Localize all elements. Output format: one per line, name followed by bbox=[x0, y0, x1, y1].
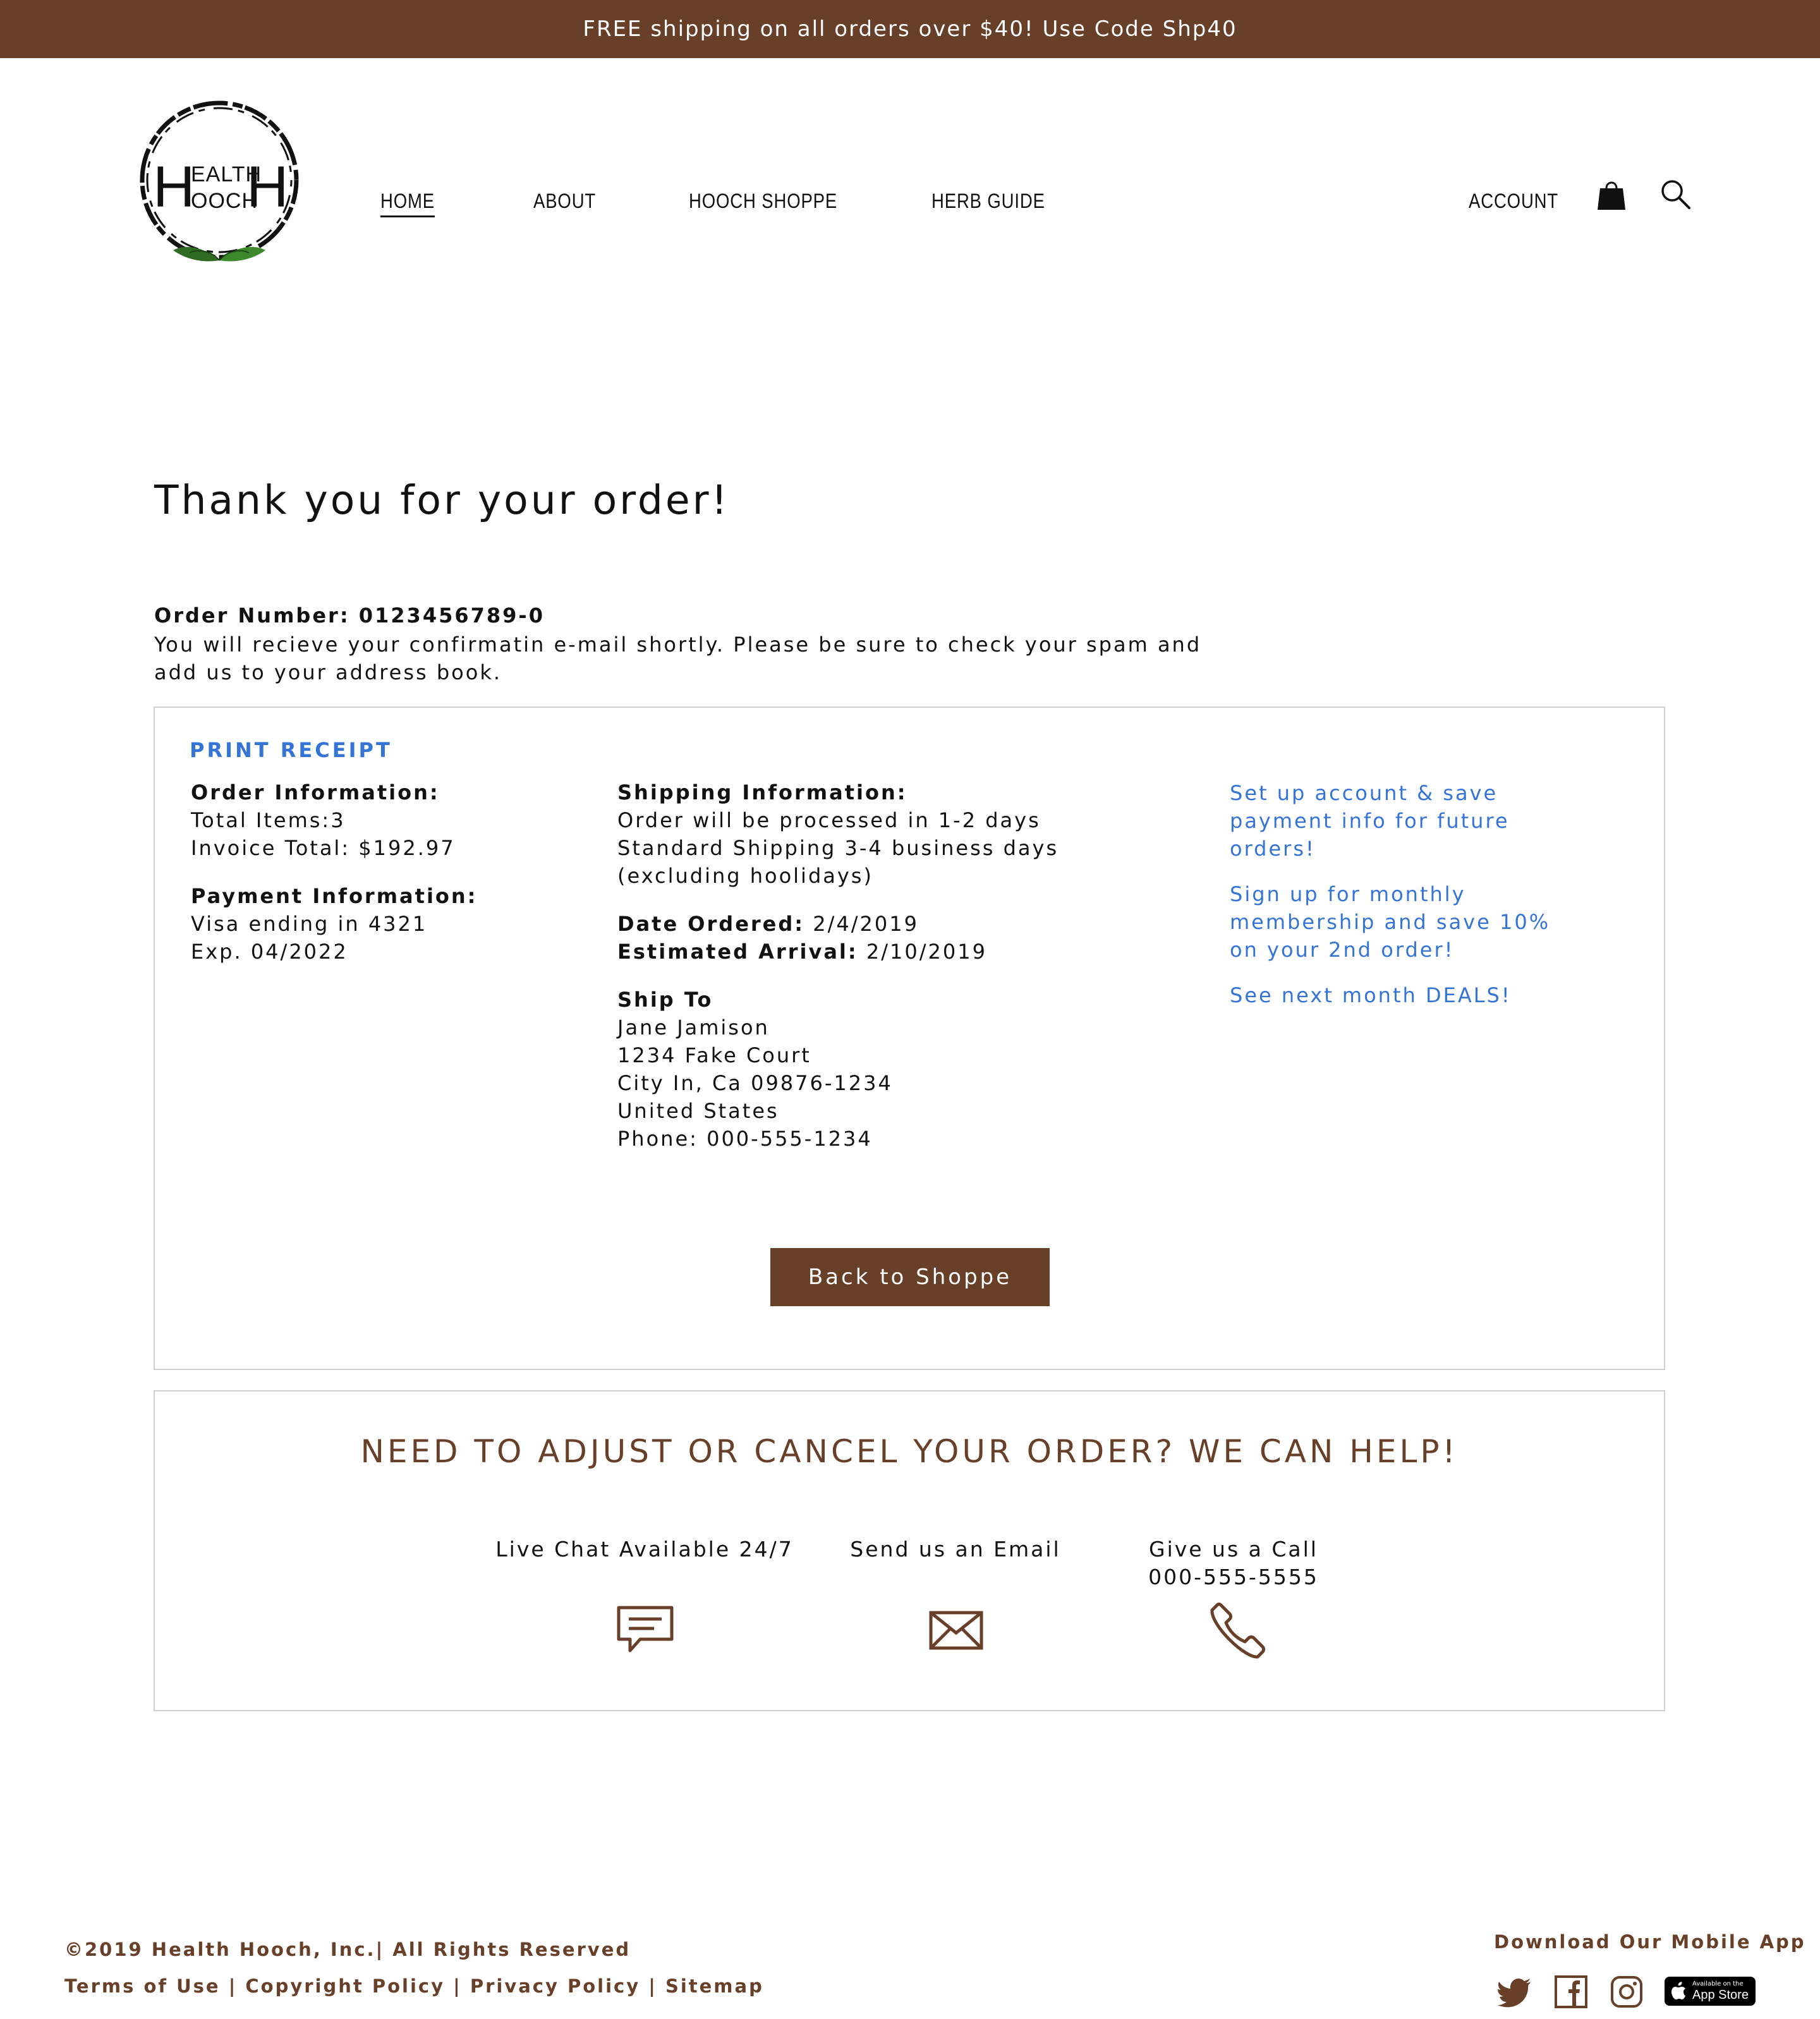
date-ordered-label: Date Ordered: bbox=[617, 912, 805, 936]
email-option[interactable]: Send us an Email bbox=[829, 1536, 1082, 1563]
confirmation-message: You will recieve your confirmatin e-mail… bbox=[154, 633, 1202, 684]
shipping-info-column: Shipping Information: Order will be proc… bbox=[617, 779, 1059, 1153]
ship-to-street: 1234 Fake Court bbox=[617, 1043, 811, 1067]
estimated-arrival-value: 2/10/2019 bbox=[858, 940, 987, 964]
shipping-line-standard: Standard Shipping 3-4 business days bbox=[617, 836, 1059, 860]
privacy-policy-link[interactable]: Privacy Policy bbox=[470, 1975, 640, 1997]
twitter-icon[interactable] bbox=[1498, 1974, 1533, 2010]
order-info-column: Order Information: Total Items:3 Invoice… bbox=[191, 779, 477, 966]
app-store-badge[interactable]: Available on the App Store bbox=[1665, 1977, 1756, 2006]
shopping-bag-icon[interactable] bbox=[1596, 177, 1627, 212]
nav-account[interactable]: ACCOUNT bbox=[1469, 190, 1558, 213]
envelope-icon[interactable] bbox=[926, 1600, 986, 1661]
promo-links: Set up account & save payment info for f… bbox=[1230, 779, 1558, 1027]
call-label: Give us a Call bbox=[1149, 1537, 1318, 1561]
nav-home[interactable]: HOME bbox=[380, 190, 435, 217]
footer-separator: | bbox=[640, 1975, 665, 1997]
phone-icon[interactable] bbox=[1207, 1600, 1268, 1661]
envelope-icon-svg bbox=[929, 1611, 983, 1650]
ship-to-name: Jane Jamison bbox=[617, 1016, 770, 1040]
promo-banner: FREE shipping on all orders over $40! Us… bbox=[0, 0, 1820, 58]
live-chat-option[interactable]: Live Chat Available 24/7 bbox=[493, 1536, 796, 1563]
copyright-policy-link[interactable]: Copyright Policy bbox=[245, 1975, 445, 1997]
shipping-line-processing: Order will be processed in 1-2 days bbox=[617, 808, 1041, 832]
nav-about[interactable]: ABOUT bbox=[533, 190, 596, 213]
mobile-app-label: Download Our Mobile App bbox=[1494, 1931, 1806, 1953]
footer-links: Terms of Use | Copyright Policy | Privac… bbox=[64, 1975, 764, 1997]
help-title: NEED TO ADJUST OR CANCEL YOUR ORDER? WE … bbox=[360, 1433, 1459, 1470]
order-info-title: Order Information: bbox=[191, 780, 440, 804]
footer-separator: | bbox=[445, 1975, 470, 1997]
live-chat-label: Live Chat Available 24/7 bbox=[495, 1537, 794, 1561]
invoice-total: Invoice Total: $192.97 bbox=[191, 836, 456, 860]
call-option[interactable]: Give us a Call 000-555-5555 bbox=[1107, 1536, 1360, 1591]
apple-icon bbox=[1671, 1982, 1685, 1999]
help-phone-number: 000-555-5555 bbox=[1148, 1565, 1319, 1589]
twitter-icon-svg bbox=[1498, 1979, 1531, 2008]
date-ordered: Date Ordered: 2/4/2019 bbox=[617, 910, 1059, 938]
logo-letter-h-left: H bbox=[153, 155, 195, 219]
logo-letter-h-right: H bbox=[246, 155, 289, 219]
payment-card: Visa ending in 4321 bbox=[191, 912, 428, 936]
footer-copyright: ©2019 Health Hooch, Inc.| All Rights Res… bbox=[64, 1939, 631, 1960]
footer-separator: | bbox=[220, 1975, 246, 1997]
search-icon-svg bbox=[1661, 180, 1690, 209]
estimated-arrival: Estimated Arrival: 2/10/2019 bbox=[617, 938, 1059, 966]
ship-to-country: United States bbox=[617, 1099, 779, 1123]
instagram-icon-svg bbox=[1611, 1976, 1642, 2008]
chat-bubble-icon[interactable] bbox=[615, 1600, 676, 1661]
facebook-icon[interactable] bbox=[1553, 1974, 1589, 2010]
facebook-icon-svg bbox=[1555, 1975, 1587, 2008]
ship-to-phone: Phone: 000-555-1234 bbox=[617, 1127, 873, 1151]
date-ordered-value: 2/4/2019 bbox=[804, 912, 919, 936]
total-items: Total Items:3 bbox=[191, 808, 346, 832]
estimated-arrival-label: Estimated Arrival: bbox=[617, 940, 858, 964]
shopping-bag-icon-svg bbox=[1598, 181, 1625, 210]
ship-to-city: City In, Ca 09876-1234 bbox=[617, 1071, 893, 1095]
next-month-deals-link[interactable]: See next month DEALS! bbox=[1230, 983, 1512, 1007]
payment-expiration: Exp. 04/2022 bbox=[191, 940, 348, 964]
nav-herb-guide[interactable]: HERB GUIDE bbox=[931, 190, 1045, 213]
order-number: Order Number: 0123456789-0 bbox=[154, 603, 545, 628]
search-icon[interactable] bbox=[1659, 178, 1692, 211]
setup-account-link[interactable]: Set up account & save payment info for f… bbox=[1230, 781, 1510, 861]
promo-banner-text: FREE shipping on all orders over $40! Us… bbox=[583, 16, 1237, 42]
app-store-small-text: Available on the bbox=[1692, 1980, 1744, 1987]
phone-icon-svg bbox=[1210, 1603, 1265, 1659]
back-to-shoppe-button[interactable]: Back to Shoppe bbox=[770, 1248, 1050, 1306]
chat-bubble-icon-svg bbox=[617, 1606, 674, 1652]
terms-of-use-link[interactable]: Terms of Use bbox=[64, 1975, 221, 1997]
email-label: Send us an Email bbox=[850, 1537, 1061, 1561]
page-title: Thank you for your order! bbox=[154, 477, 730, 523]
shipping-line-excluding: (excluding hoolidays) bbox=[617, 864, 873, 888]
print-receipt-link[interactable]: PRINT RECEIPT bbox=[190, 738, 392, 762]
shipping-info-title: Shipping Information: bbox=[617, 780, 907, 804]
ship-to-title: Ship To bbox=[617, 988, 713, 1012]
app-store-big-text: App Store bbox=[1692, 1988, 1749, 2002]
payment-info-title: Payment Information: bbox=[191, 884, 478, 908]
instagram-icon[interactable] bbox=[1609, 1974, 1644, 2010]
sitemap-link[interactable]: Sitemap bbox=[665, 1975, 764, 1997]
nav-hooch-shoppe[interactable]: HOOCH SHOPPE bbox=[689, 190, 837, 213]
logo[interactable]: H EALTH OOCH H bbox=[134, 95, 305, 272]
monthly-membership-link[interactable]: Sign up for monthly membership and save … bbox=[1230, 882, 1550, 962]
